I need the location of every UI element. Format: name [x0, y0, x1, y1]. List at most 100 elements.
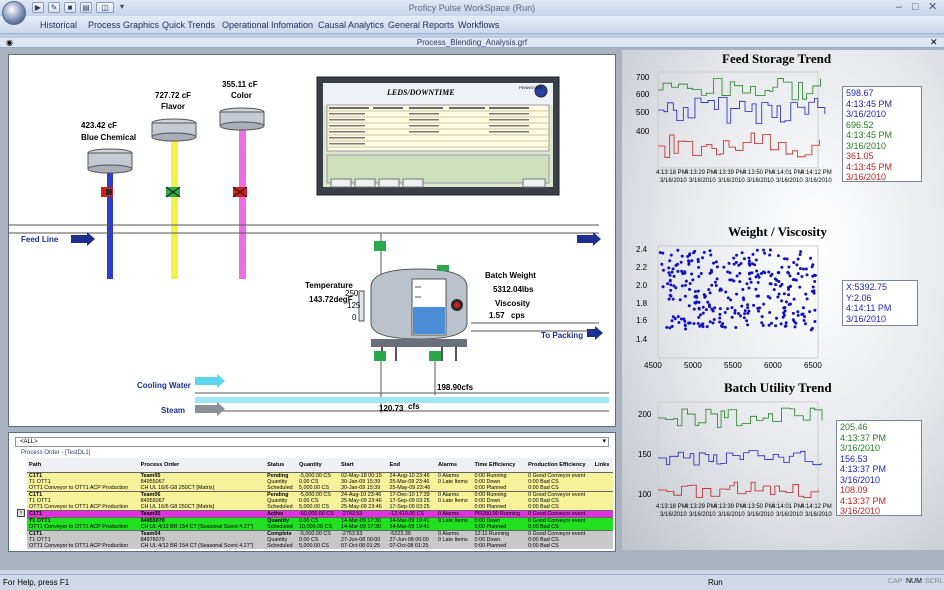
- time-tick-label: 4:13:18 PM: [656, 170, 687, 176]
- wv-readout-x: X:5392.75: [846, 282, 888, 292]
- scatter-point: [787, 271, 791, 275]
- column-header[interactable]: Links: [593, 458, 613, 472]
- scatter-point: [738, 271, 742, 275]
- bu-readout-date: 3/16/2010: [840, 443, 881, 453]
- menu-operational-information[interactable]: Operational Infomation: [222, 20, 313, 30]
- close-button[interactable]: ✕: [928, 2, 937, 13]
- column-header[interactable]: Status: [265, 458, 297, 472]
- menu-workflows[interactable]: Workflows: [458, 20, 499, 30]
- fs-series-green: [658, 78, 821, 101]
- scatter-point: [692, 307, 696, 311]
- scatter-point: [726, 307, 730, 311]
- scatter-point: [669, 283, 673, 287]
- menu-process-graphics[interactable]: Process Graphics: [88, 20, 159, 30]
- scatter-point: [796, 272, 800, 276]
- feed-line-label: Feed Line: [21, 235, 59, 244]
- column-header[interactable]: Process Order: [139, 458, 265, 472]
- menu-general-reports[interactable]: General Reports: [388, 20, 454, 30]
- scatter-point: [798, 266, 802, 270]
- fs-readout-date: 3/16/2010: [846, 109, 887, 119]
- table-cell: [593, 510, 613, 517]
- scatter-point: [723, 311, 727, 315]
- scatter-point: [747, 259, 751, 263]
- scatter-point: [683, 270, 687, 274]
- scrl-indicator: SCRL: [925, 578, 944, 585]
- row-expand-icon[interactable]: ›: [17, 509, 25, 517]
- minimize-button[interactable]: –: [896, 2, 902, 13]
- filter-dropdown[interactable]: <ALL> ▾: [15, 437, 609, 447]
- scatter-point: [742, 257, 746, 261]
- scatter-point: [747, 262, 751, 266]
- viscosity-value: 1.57: [489, 311, 505, 320]
- date-tick-label: 3/16/2010: [805, 512, 832, 518]
- table-row[interactable]: C1T1 Team05 Active -50,000.00 CS -2743.53 -12…: [27, 510, 613, 517]
- menu-bar: Historical Process Graphics Quick Trends…: [0, 16, 944, 34]
- scatter-point: [701, 305, 705, 309]
- column-header[interactable]: Production Efficiency: [526, 458, 593, 472]
- scatter-point: [768, 310, 772, 314]
- scatter-point: [718, 312, 722, 316]
- column-header[interactable]: Time Efficiency: [472, 458, 526, 472]
- color-label: Color: [231, 91, 252, 100]
- bu-ytick-150: 150: [638, 450, 652, 459]
- scatter-point: [753, 263, 757, 267]
- time-tick-label: 4:14:01 PM: [772, 504, 803, 510]
- scatter-point: [715, 277, 719, 281]
- scatter-point: [776, 254, 780, 258]
- bu-ytick-200: 200: [638, 410, 652, 419]
- scatter-point: [713, 280, 717, 284]
- table-cell: 0 Alarms: [438, 510, 459, 517]
- level-tick-125: 125: [347, 301, 361, 310]
- column-header[interactable]: Start: [339, 458, 387, 472]
- scatter-point: [781, 315, 785, 319]
- process-graphic[interactable]: 423.42 cF Blue Chemical 727.72 cF Flavor…: [8, 54, 616, 427]
- scatter-point: [718, 307, 722, 311]
- scatter-point: [679, 260, 683, 264]
- app-menu-button[interactable]: [2, 1, 26, 25]
- scatter-point: [770, 272, 774, 276]
- scatter-point: [782, 292, 786, 296]
- scatter-point: [706, 300, 710, 304]
- date-tick-label: 3/16/2010: [689, 178, 716, 184]
- scatter-point: [766, 294, 770, 298]
- menu-historical[interactable]: Historical: [40, 20, 77, 30]
- batch-utility-readout: 205.46 4:13:37 PM 3/16/2010 156.53 4:13:…: [836, 420, 922, 516]
- wv-ytick: 2.0: [636, 281, 648, 290]
- menu-quick-trends[interactable]: Quick Trends: [162, 20, 215, 30]
- scatter-point: [683, 294, 687, 298]
- scatter-point: [712, 317, 716, 321]
- scatter-point: [733, 311, 737, 315]
- feed-storage-plot[interactable]: [657, 71, 819, 169]
- scatter-point: [735, 274, 739, 278]
- scatter-point: [708, 320, 712, 324]
- scatter-point: [763, 251, 767, 255]
- column-header[interactable]: End: [388, 458, 436, 472]
- column-header[interactable]: Alarms: [436, 458, 472, 472]
- maximize-button[interactable]: □: [912, 2, 919, 13]
- scatter-point: [740, 251, 744, 255]
- column-header[interactable]: Quantity: [297, 458, 339, 472]
- scatter-point: [673, 317, 677, 321]
- bu-readout-date: 3/16/2010: [840, 506, 881, 516]
- scatter-point: [680, 254, 684, 258]
- scatter-point: [670, 270, 674, 274]
- scatter-point: [676, 315, 680, 319]
- scatter-point: [680, 269, 684, 273]
- menu-causal-analytics[interactable]: Causal Analytics: [318, 20, 384, 30]
- scatter-point: [785, 257, 789, 261]
- fs-readout-time: 4:13:45 PM: [846, 161, 893, 172]
- flavor-value: 727.72 cF: [155, 91, 192, 100]
- column-header[interactable]: Path: [27, 458, 139, 472]
- scatter-point: [800, 275, 804, 279]
- scatter-point: [796, 257, 800, 261]
- scatter-point: [747, 256, 751, 260]
- table-cell: Scheduled: [267, 484, 293, 491]
- viscosity-unit: cps: [511, 311, 525, 320]
- doc-close-icon[interactable]: ✕: [930, 37, 938, 48]
- weight-viscosity-title: Weight / Viscosity: [728, 224, 827, 239]
- scatter-point: [687, 304, 691, 308]
- bu-readout-value: 156.53: [840, 453, 868, 464]
- fs-series-blue: [658, 97, 826, 124]
- scatter-point: [739, 314, 743, 318]
- table-row[interactable]: OTT1 Conveyor to OTT1 ACP Production CH U…: [27, 542, 613, 549]
